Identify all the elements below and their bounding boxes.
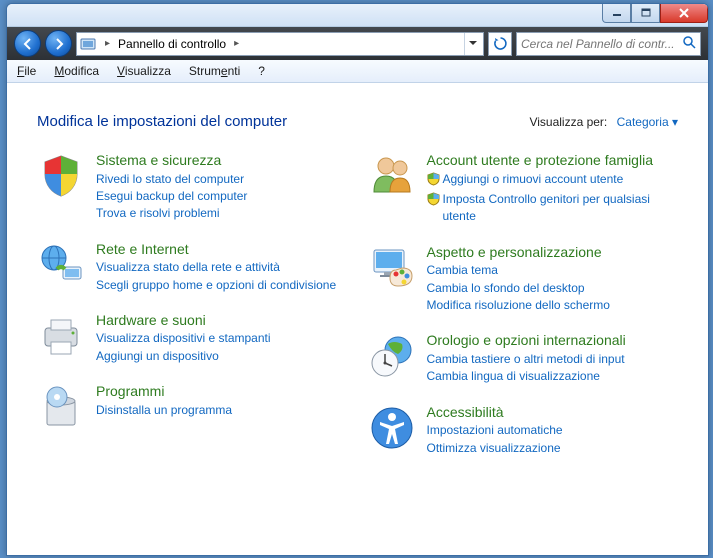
category-link[interactable]: Rivedi lo stato del computer bbox=[96, 171, 348, 188]
navigation-bar: ▸ Pannello di controllo ▸ bbox=[7, 27, 708, 60]
menu-modifica[interactable]: Modifica bbox=[54, 64, 99, 78]
accessibility-icon bbox=[368, 404, 416, 452]
clock-globe-icon bbox=[368, 332, 416, 380]
category-title[interactable]: Accessibilità bbox=[427, 404, 679, 422]
shield-icon bbox=[37, 152, 85, 200]
category-title[interactable]: Hardware e suoni bbox=[96, 312, 348, 330]
titlebar bbox=[7, 4, 708, 27]
categories-right: Account utente e protezione famiglia Agg… bbox=[368, 152, 679, 457]
search-box[interactable] bbox=[516, 32, 701, 56]
close-icon bbox=[678, 8, 690, 18]
view-by-label: Visualizza per: bbox=[529, 115, 607, 129]
category-system-security: Sistema e sicurezza Rivedi lo stato del … bbox=[37, 152, 348, 223]
menu-help[interactable]: ? bbox=[258, 64, 265, 78]
control-panel-window: ▸ Pannello di controllo ▸ File Modifica … bbox=[6, 3, 709, 556]
shield-small-icon bbox=[427, 192, 440, 211]
control-panel-icon bbox=[79, 35, 97, 53]
category-title[interactable]: Orologio e opzioni internazionali bbox=[427, 332, 679, 350]
category-title[interactable]: Sistema e sicurezza bbox=[96, 152, 348, 170]
chevron-right-icon[interactable]: ▸ bbox=[230, 38, 243, 49]
category-network: Rete e Internet Visualizza stato della r… bbox=[37, 241, 348, 294]
categories: Sistema e sicurezza Rivedi lo stato del … bbox=[37, 152, 678, 457]
category-title[interactable]: Programmi bbox=[96, 383, 348, 401]
category-title[interactable]: Aspetto e personalizzazione bbox=[427, 244, 679, 262]
category-programs: Programmi Disinstalla un programma bbox=[37, 383, 348, 431]
category-link[interactable]: Modifica risoluzione dello schermo bbox=[427, 297, 679, 314]
menu-file[interactable]: File bbox=[17, 64, 36, 78]
forward-arrow-icon bbox=[52, 37, 66, 51]
category-link[interactable]: Trova e risolvi problemi bbox=[96, 205, 348, 222]
chevron-down-icon bbox=[469, 41, 477, 46]
category-link[interactable]: Impostazioni automatiche bbox=[427, 422, 679, 439]
chevron-right-icon[interactable]: ▸ bbox=[101, 38, 114, 49]
category-link[interactable]: Visualizza dispositivi e stampanti bbox=[96, 330, 348, 347]
search-input[interactable] bbox=[521, 37, 682, 51]
category-link[interactable]: Imposta Controllo genitori per qualsiasi… bbox=[427, 191, 679, 226]
category-link[interactable]: Aggiungi un dispositivo bbox=[96, 348, 348, 365]
printer-icon bbox=[37, 312, 85, 360]
content-header: Modifica le impostazioni del computer Vi… bbox=[37, 113, 678, 130]
back-arrow-icon bbox=[21, 37, 35, 51]
menu-visualizza[interactable]: Visualizza bbox=[117, 64, 171, 78]
category-link[interactable]: Cambia lo sfondo del desktop bbox=[427, 280, 679, 297]
categories-left: Sistema e sicurezza Rivedi lo stato del … bbox=[37, 152, 348, 457]
category-link[interactable]: Scegli gruppo home e opzioni di condivis… bbox=[96, 277, 348, 294]
address-dropdown[interactable] bbox=[464, 33, 481, 55]
category-link[interactable]: Aggiungi o rimuovi account utente bbox=[427, 171, 679, 191]
category-title[interactable]: Rete e Internet bbox=[96, 241, 348, 259]
minimize-button[interactable] bbox=[602, 3, 631, 23]
globe-network-icon bbox=[37, 241, 85, 289]
category-link[interactable]: Cambia tema bbox=[427, 262, 679, 279]
category-link[interactable]: Visualizza stato della rete e attività bbox=[96, 259, 348, 276]
category-link[interactable]: Ottimizza visualizzazione bbox=[427, 440, 679, 457]
view-by-dropdown[interactable]: Categoria ▾ bbox=[617, 115, 678, 129]
content-area: Modifica le impostazioni del computer Vi… bbox=[7, 83, 708, 555]
category-clock: Orologio e opzioni internazionali Cambia… bbox=[368, 332, 679, 385]
category-link[interactable]: Disinstalla un programma bbox=[96, 402, 348, 419]
window-controls bbox=[602, 3, 708, 23]
minimize-icon bbox=[612, 9, 622, 17]
forward-button[interactable] bbox=[45, 30, 72, 57]
category-accessibility: Accessibilità Impostazioni automatiche O… bbox=[368, 404, 679, 457]
menu-bar: File Modifica Visualizza Strumenti ? bbox=[7, 60, 708, 83]
refresh-button[interactable] bbox=[488, 32, 512, 56]
category-hardware: Hardware e suoni Visualizza dispositivi … bbox=[37, 312, 348, 365]
category-title[interactable]: Account utente e protezione famiglia bbox=[427, 152, 679, 170]
users-icon bbox=[368, 152, 416, 200]
category-link[interactable]: Esegui backup del computer bbox=[96, 188, 348, 205]
back-button[interactable] bbox=[14, 30, 41, 57]
refresh-icon bbox=[493, 36, 508, 51]
view-by: Visualizza per: Categoria ▾ bbox=[529, 115, 678, 129]
page-title: Modifica le impostazioni del computer bbox=[37, 113, 287, 130]
category-link[interactable]: Cambia lingua di visualizzazione bbox=[427, 368, 679, 385]
maximize-button[interactable] bbox=[631, 3, 660, 23]
maximize-icon bbox=[641, 8, 651, 17]
programs-icon bbox=[37, 383, 85, 431]
search-icon[interactable] bbox=[682, 35, 696, 52]
category-users: Account utente e protezione famiglia Agg… bbox=[368, 152, 679, 226]
monitor-palette-icon bbox=[368, 244, 416, 292]
close-button[interactable] bbox=[660, 3, 708, 23]
address-bar[interactable]: ▸ Pannello di controllo ▸ bbox=[76, 32, 484, 56]
menu-strumenti[interactable]: Strumenti bbox=[189, 64, 240, 78]
category-link[interactable]: Cambia tastiere o altri metodi di input bbox=[427, 351, 679, 368]
breadcrumb-label[interactable]: Pannello di controllo bbox=[118, 37, 226, 51]
category-appearance: Aspetto e personalizzazione Cambia tema … bbox=[368, 244, 679, 315]
shield-small-icon bbox=[427, 172, 440, 191]
